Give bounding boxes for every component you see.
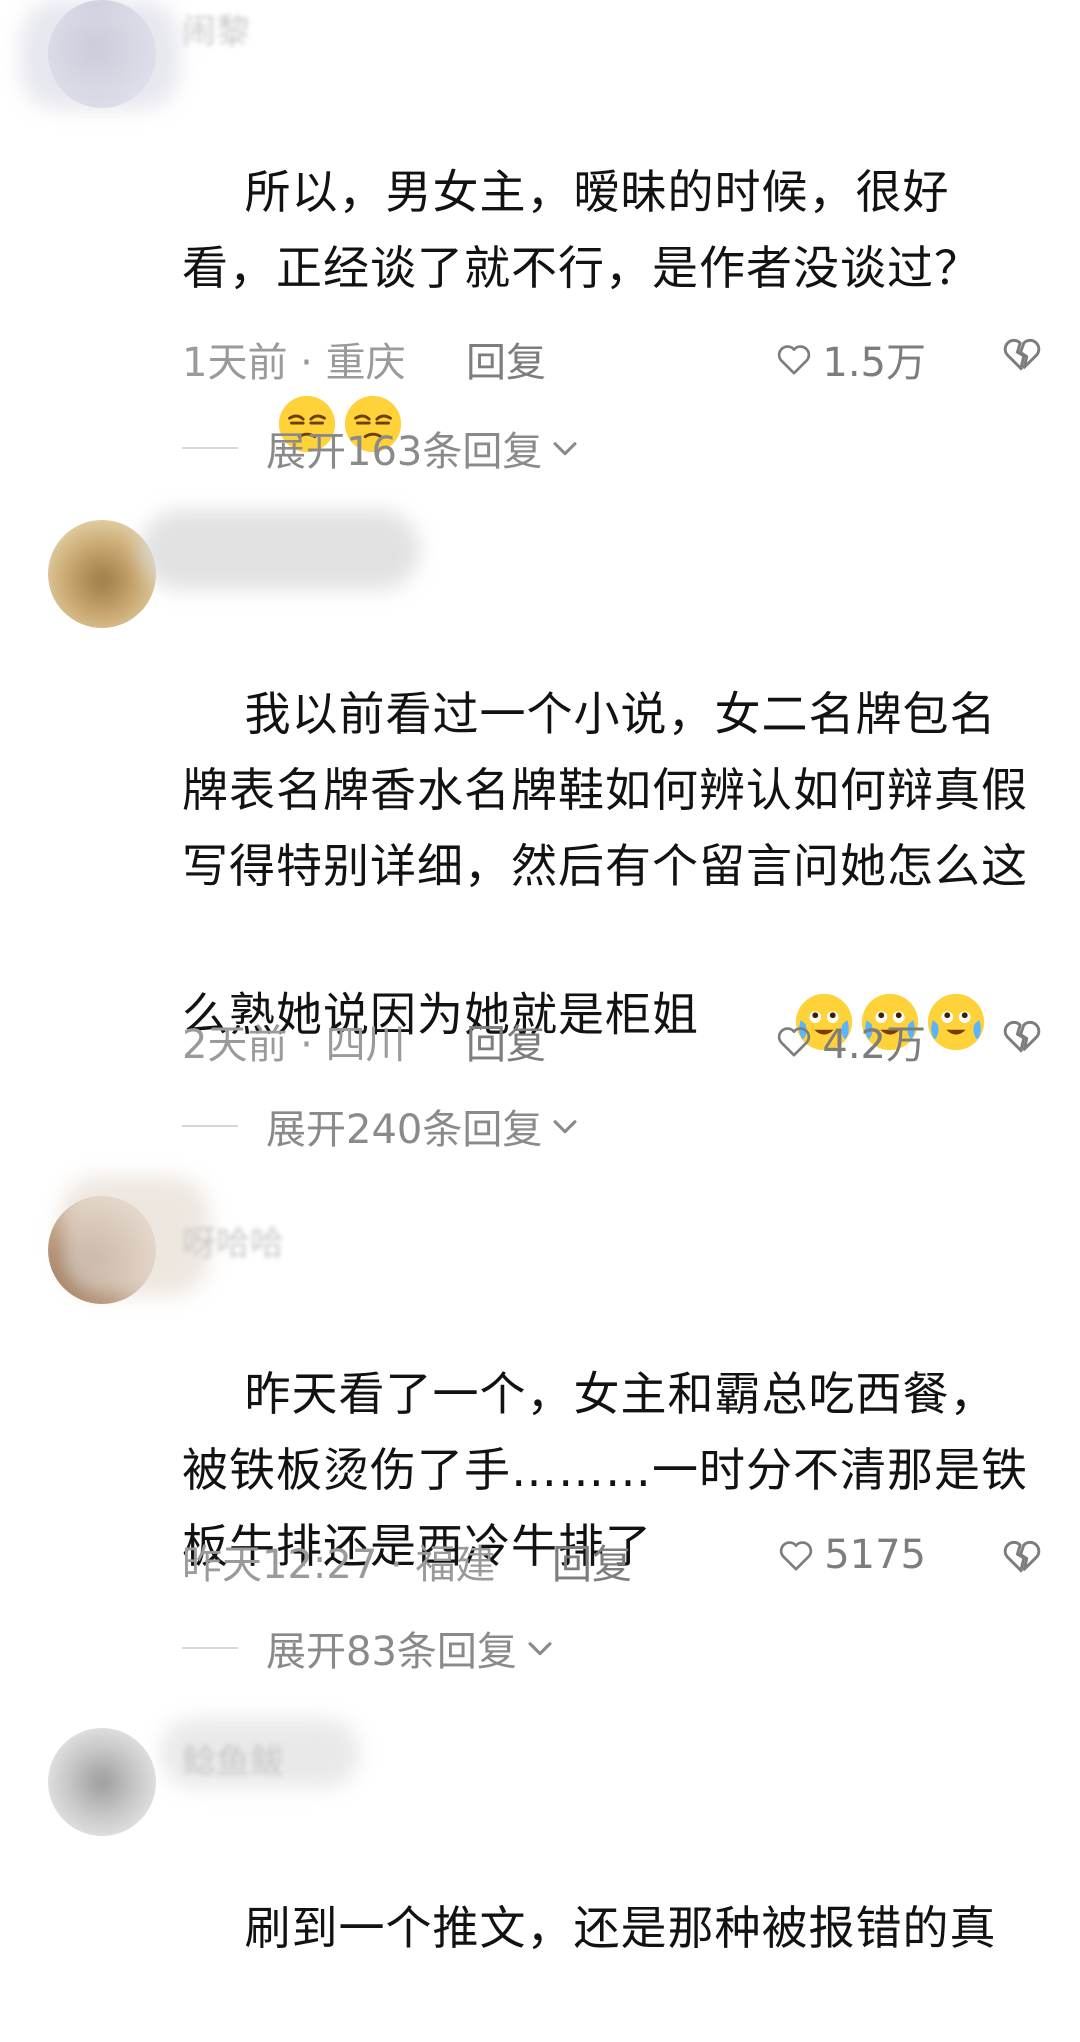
chevron-down-icon — [528, 1642, 552, 1656]
broken-heart-icon[interactable] — [1000, 1014, 1044, 1058]
like-count: 4.2万 — [822, 1022, 926, 1068]
like-button[interactable]: 1.5万 — [774, 330, 926, 388]
username[interactable]: 鲶鱼鲅 — [182, 1734, 284, 1783]
broken-heart-icon[interactable] — [1000, 332, 1044, 376]
chevron-down-icon — [553, 442, 577, 456]
heart-outline-icon — [778, 1027, 811, 1057]
comment-text: 昨天看了一个，女主和霸总吃西餐，被铁板烫伤了手………一时分不清那是铁板牛排还是西… — [182, 1367, 1028, 1573]
comment-meta: 1天前 · 重庆 回复 1.5万 — [182, 322, 1044, 386]
username[interactable]: 呀哈哈 — [182, 1216, 284, 1265]
like-count: 1.5万 — [822, 340, 926, 386]
reply-button[interactable]: 回复 — [466, 1012, 546, 1070]
like-button[interactable]: 5175 — [776, 1532, 926, 1578]
avatar[interactable] — [48, 1728, 156, 1836]
expand-replies-button[interactable]: 展开83条回复 — [182, 1620, 557, 1676]
expand-replies-label: 展开83条回复 — [266, 1629, 517, 1675]
comment-meta: 昨天12:27 · 福建 回复 5175 — [182, 1524, 1044, 1588]
comment-text: 刷到一个推文，还是那种被报错的真 — [244, 1901, 997, 1955]
chevron-down-icon — [553, 1120, 577, 1134]
timestamp-location: 1天前 · 重庆 — [182, 340, 406, 386]
heart-outline-icon — [778, 345, 811, 375]
reply-button[interactable]: 回复 — [466, 330, 546, 388]
broken-heart-icon[interactable] — [1000, 1534, 1044, 1578]
expand-replies-button[interactable]: 展开240条回复 — [182, 1098, 582, 1154]
timestamp-location: 2天前 · 四川 — [182, 1022, 406, 1068]
heart-outline-icon — [780, 1541, 813, 1571]
username[interactable]: 闹黎 — [182, 4, 250, 53]
divider — [182, 1647, 238, 1649]
expand-replies-label: 展开163条回复 — [266, 429, 543, 475]
like-button[interactable]: 4.2万 — [774, 1012, 926, 1070]
expand-replies-label: 展开240条回复 — [266, 1107, 543, 1153]
avatar[interactable] — [48, 520, 156, 628]
divider — [182, 447, 238, 449]
divider — [182, 1125, 238, 1127]
expand-replies-button[interactable]: 展开163条回复 — [182, 420, 582, 476]
like-count: 5175 — [824, 1532, 926, 1578]
timestamp-location: 昨天12:27 · 福建 — [182, 1542, 496, 1588]
reply-button[interactable]: 回复 — [552, 1532, 632, 1590]
comment-meta: 2天前 · 四川 回复 4.2万 — [182, 1004, 1044, 1068]
